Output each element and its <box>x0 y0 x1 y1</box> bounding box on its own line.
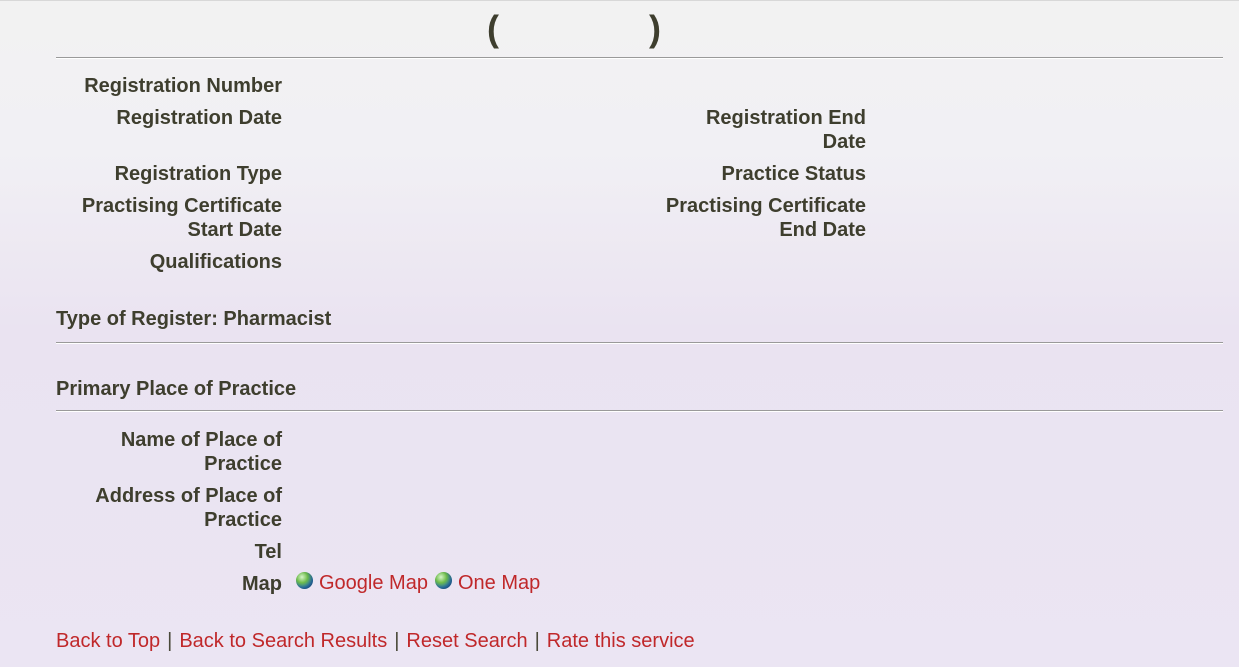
name-paren-open: ( <box>487 8 499 49</box>
back-to-top-link[interactable]: Back to Top <box>56 630 160 652</box>
footer-separator: | <box>394 630 400 652</box>
primary-place-heading: Primary Place of Practice <box>56 378 297 400</box>
one-map-link[interactable]: One Map <box>458 572 540 595</box>
label-practising-cert-start: Practising Certificate Start Date <box>56 194 282 242</box>
label-registration-type: Registration Type <box>114 163 282 185</box>
label-line: Practising Certificate <box>665 195 866 217</box>
globe-icon <box>296 572 313 589</box>
label-registration-date: Registration Date <box>116 107 282 129</box>
header-divider <box>56 57 1223 59</box>
primary-place-divider <box>56 410 1223 412</box>
footer-links: Back to Top | Back to Search Results | Reset… <box>56 630 695 653</box>
rate-service-link[interactable]: Rate this service <box>547 630 695 652</box>
top-border <box>0 0 1239 1</box>
map-links: Google Map One Map <box>296 572 540 595</box>
globe-icon <box>434 572 452 589</box>
label-place-name: Name of Place of Practice <box>56 428 282 476</box>
label-line: Start Date <box>187 219 282 241</box>
label-place-address: Address of Place of Practice <box>56 484 282 532</box>
label-line: Address of Place of <box>95 485 282 507</box>
label-practising-cert-end: Practising Certificate End Date <box>600 194 866 242</box>
label-tel: Tel <box>254 541 282 563</box>
google-map-link[interactable]: Google Map <box>319 572 428 595</box>
label-line: End Date <box>779 219 866 241</box>
footer-separator: | <box>534 630 540 652</box>
label-qualifications: Qualifications <box>149 251 282 273</box>
label-practice-status: Practice Status <box>721 163 866 185</box>
footer-separator: | <box>167 630 173 652</box>
label-registration-number: Registration Number <box>84 75 282 97</box>
label-line: Date <box>822 131 866 153</box>
register-type-heading: Type of Register: Pharmacist <box>56 308 332 330</box>
label-line: Practice <box>204 509 282 531</box>
back-to-search-results-link[interactable]: Back to Search Results <box>179 630 387 652</box>
label-line: Registration End <box>705 107 866 129</box>
register-divider <box>56 342 1223 344</box>
label-line: Name of Place of <box>120 429 282 451</box>
name-paren-close: ) <box>649 8 661 49</box>
label-map: Map <box>242 573 282 595</box>
reset-search-link[interactable]: Reset Search <box>406 630 527 652</box>
label-line: Practice <box>204 453 282 475</box>
label-line: Practising Certificate <box>81 195 282 217</box>
label-registration-end-date: Registration End Date <box>600 106 866 154</box>
